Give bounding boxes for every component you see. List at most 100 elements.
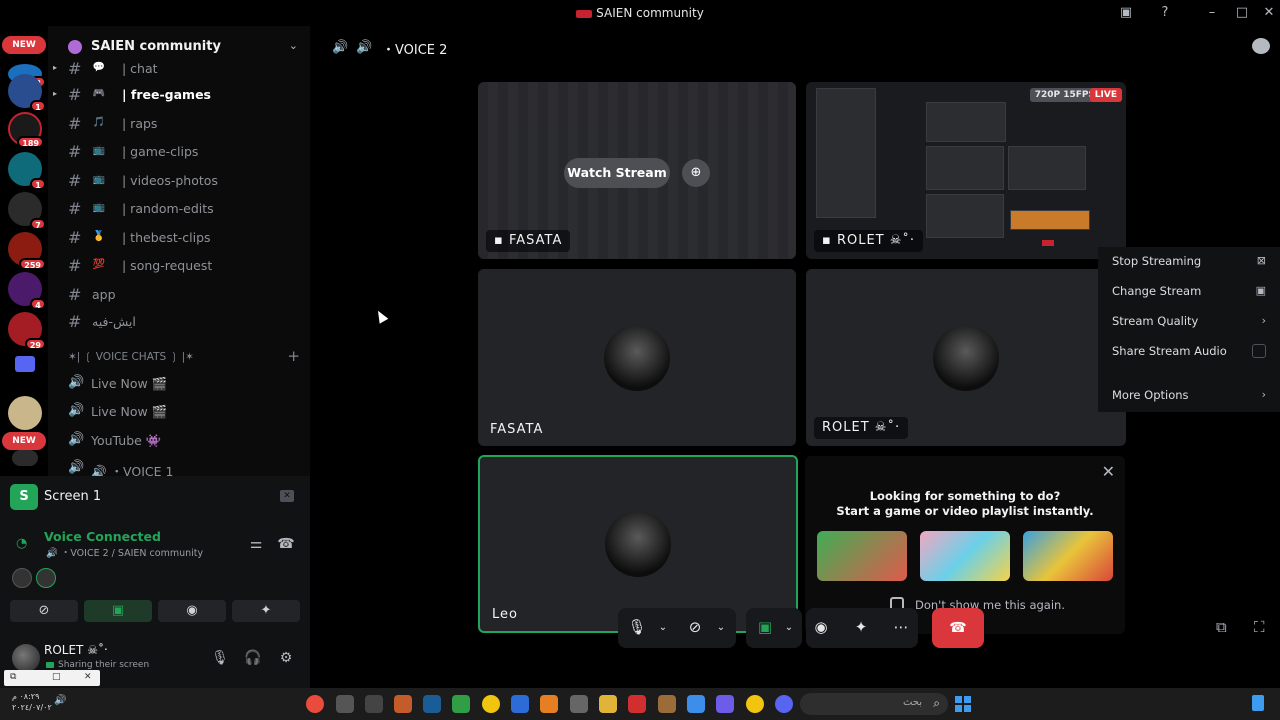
avatar[interactable] xyxy=(12,568,32,588)
taskbar-app-icon[interactable] xyxy=(540,695,558,713)
voice-location[interactable]: 🔊 ・VOICE 2 / SAIEN community xyxy=(46,545,203,559)
chevron-down-icon[interactable]: ⌄ xyxy=(289,39,298,52)
participant-tile-leo[interactable]: Leo xyxy=(478,455,798,633)
taskbar-app-icon[interactable] xyxy=(336,695,354,713)
discord-taskbar-icon[interactable] xyxy=(775,695,793,713)
taskbar-app-icon[interactable] xyxy=(423,695,441,713)
maximize-icon[interactable]: □ xyxy=(52,672,61,682)
settings-gear-icon[interactable]: ⚙ xyxy=(276,650,296,666)
taskbar-app-icon[interactable] xyxy=(599,695,617,713)
taskbar-app-icon[interactable] xyxy=(570,695,588,713)
soundboard-button[interactable]: ✦ xyxy=(232,600,300,622)
noise-suppression-icon[interactable]: ⚌ xyxy=(246,536,266,552)
chat-bubble-icon[interactable] xyxy=(1252,38,1270,54)
signal-icon[interactable]: ◔ xyxy=(16,536,27,551)
close-preview-icon[interactable]: ✕ xyxy=(280,490,294,502)
add-viewer-icon[interactable]: ⊕ xyxy=(682,159,710,187)
activity-icon[interactable]: ◉ xyxy=(810,618,832,636)
camera-off-button[interactable]: ⊘ xyxy=(10,600,78,622)
more-options-icon[interactable]: ⋯ xyxy=(890,618,912,636)
taskbar-app-icon[interactable] xyxy=(452,695,470,713)
taskbar-app-icon[interactable] xyxy=(628,695,646,713)
channel-game-clips[interactable]: # 📺 | game-clips xyxy=(48,139,310,163)
share-audio-checkbox[interactable] xyxy=(1252,344,1266,358)
microphone-icon[interactable]: 🎙 xyxy=(210,650,230,666)
taskbar-app-icon[interactable] xyxy=(687,695,705,713)
voice-channel-youtube[interactable]: 🔊 YouTube 👾 xyxy=(48,428,310,452)
channel-videos-photos[interactable]: # 📺 | videos-photos xyxy=(48,168,310,192)
participant-tile-rolet[interactable]: ROLET ☠︎˚‧ xyxy=(806,269,1126,446)
server-icon[interactable]: 29 xyxy=(8,312,46,350)
participant-tile-fasata[interactable]: FASATA xyxy=(478,269,796,446)
help-icon[interactable]: ? xyxy=(1157,5,1173,21)
taskbar-app-icon[interactable] xyxy=(746,695,764,713)
voice-connected-status[interactable]: Voice Connected xyxy=(44,529,161,544)
menu-item-more-options[interactable]: More Options xyxy=(1112,388,1189,402)
taskbar-app-icon[interactable] xyxy=(658,695,676,713)
fullscreen-icon[interactable]: ⛶ xyxy=(1254,618,1265,636)
chevron-down-icon[interactable]: ⌄ xyxy=(778,622,800,633)
channel-arabic[interactable]: # ايش-فيه xyxy=(48,309,310,333)
taskbar-app-icon[interactable] xyxy=(716,695,734,713)
close-window-icon[interactable]: ✕ xyxy=(1261,5,1277,21)
taskbar-app-icon[interactable] xyxy=(394,695,412,713)
server-icon[interactable] xyxy=(8,396,42,430)
server-icon[interactable]: 259 xyxy=(8,232,46,270)
taskbar-app-icon[interactable] xyxy=(365,695,383,713)
watch-stream-button[interactable]: Watch Stream xyxy=(564,158,670,188)
activity-game-bobble[interactable] xyxy=(920,531,1010,581)
taskbar-search[interactable]: بحث ⌕ xyxy=(800,693,948,715)
screen-share-icon[interactable]: ▣ xyxy=(754,618,776,636)
maximize-icon[interactable]: □ xyxy=(1234,5,1250,21)
menu-item-stop-streaming[interactable]: Stop Streaming xyxy=(1112,254,1201,268)
channel-song-request[interactable]: # 💯 | song-request xyxy=(48,253,310,277)
server-icon[interactable]: 7 xyxy=(8,192,46,230)
minimize-icon[interactable]: – xyxy=(1204,5,1220,21)
activity-game-merge[interactable] xyxy=(1023,531,1113,581)
menu-item-stream-quality[interactable]: Stream Quality xyxy=(1112,314,1198,328)
chevron-down-icon[interactable]: ⌄ xyxy=(710,622,732,633)
add-channel-icon[interactable]: + xyxy=(287,347,300,365)
channel-thebest-clips[interactable]: # 🥇 | thebest-clips xyxy=(48,225,310,249)
mini-window[interactable]: ⧉ □ ✕ xyxy=(4,670,100,686)
channel-chat[interactable]: ▸ # 💬 | chat xyxy=(48,56,310,80)
user-name[interactable]: ROLET ☠︎˚‧ xyxy=(44,643,108,657)
taskbar-app-icon[interactable] xyxy=(306,695,324,713)
avatar[interactable] xyxy=(12,644,40,672)
close-icon[interactable]: ✕ xyxy=(1102,462,1115,481)
close-icon[interactable]: ✕ xyxy=(84,672,92,682)
chevron-down-icon[interactable]: ⌄ xyxy=(652,622,674,633)
soundboard-icon[interactable]: ✦ xyxy=(850,618,872,636)
menu-item-share-stream-audio[interactable]: Share Stream Audio xyxy=(1112,344,1227,358)
pop-out-icon[interactable]: ⧉ xyxy=(1216,618,1227,636)
screen-share-row[interactable]: S Screen 1 ✕ xyxy=(10,482,302,510)
notification-icon[interactable] xyxy=(1252,695,1264,711)
restore-icon[interactable]: ⧉ xyxy=(10,672,16,682)
folder-icon[interactable] xyxy=(15,356,35,372)
taskbar-app-icon[interactable] xyxy=(482,695,500,713)
server-icon[interactable]: 1 xyxy=(8,74,46,112)
volume-icon[interactable]: 🔊 xyxy=(54,695,72,713)
channel-raps[interactable]: # 🎵 | raps xyxy=(48,111,310,135)
voice-channel-voice-1[interactable]: 🔊 🔊 ・VOICE 1 xyxy=(48,456,310,476)
voice-channel-live-now-2[interactable]: 🔊 Live Now 🎬 xyxy=(48,399,310,423)
disconnect-icon[interactable]: ☎ xyxy=(276,536,296,552)
menu-item-change-stream[interactable]: Change Stream xyxy=(1112,284,1201,298)
start-windows-icon[interactable] xyxy=(955,696,971,712)
taskbar-app-icon[interactable] xyxy=(511,695,529,713)
headphones-icon[interactable]: 🎧 xyxy=(243,650,263,666)
activity-button[interactable]: ◉ xyxy=(158,600,226,622)
inbox-icon[interactable]: ▣ xyxy=(1118,5,1134,21)
discover-icon[interactable] xyxy=(12,450,38,466)
activity-game-magic-garden[interactable] xyxy=(817,531,907,581)
channel-app[interactable]: # app xyxy=(48,282,310,306)
stream-tile-rolet[interactable]: 720P 15FPS LIVE ▪ ROLET ☠︎˚‧ xyxy=(806,82,1126,259)
voice-channel-live-now[interactable]: 🔊 Live Now 🎬 xyxy=(48,371,310,395)
disconnect-button[interactable]: ☎ xyxy=(932,608,984,648)
stream-tile-fasata[interactable]: Watch Stream ⊕ ▪ FASATA xyxy=(478,82,796,259)
microphone-icon[interactable]: 🎙 xyxy=(626,618,648,636)
screen-share-button[interactable]: ▣ xyxy=(84,600,152,622)
server-icon[interactable]: 1 xyxy=(8,152,46,190)
camera-off-icon[interactable]: ⊘ xyxy=(684,618,706,636)
clock[interactable]: ٠٨:٢٩ م ٢٠٢٤/٠٧/٠٢ xyxy=(12,691,52,713)
